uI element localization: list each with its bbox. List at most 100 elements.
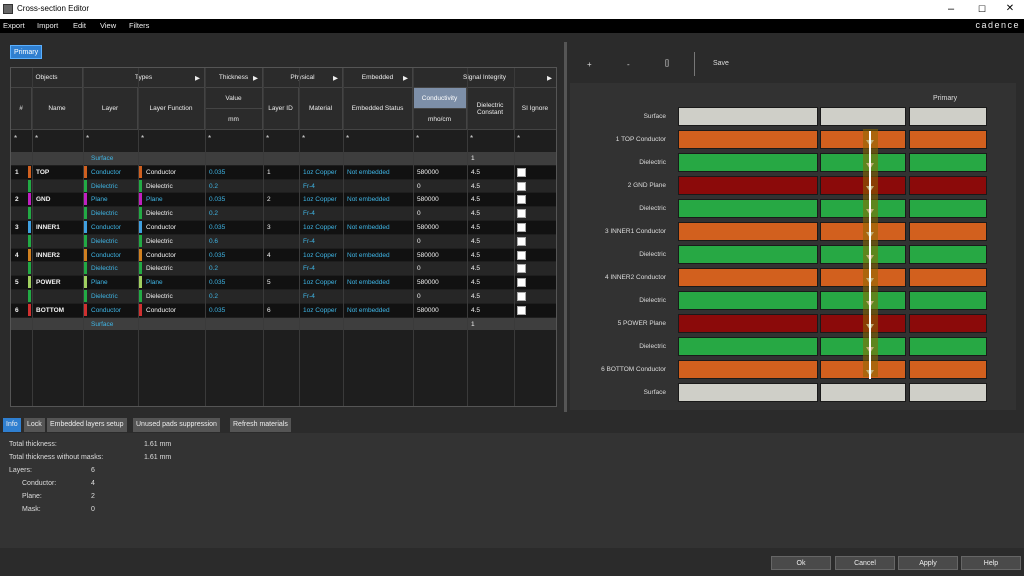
- cell-val[interactable]: 0.2: [207, 207, 263, 221]
- layer-block[interactable]: [909, 360, 987, 379]
- layer-block[interactable]: [678, 222, 818, 241]
- layer-block[interactable]: [909, 130, 987, 149]
- cell-id[interactable]: [265, 290, 299, 304]
- cell-cond[interactable]: 0: [415, 207, 467, 221]
- cell-emb[interactable]: [345, 235, 413, 249]
- cell-num[interactable]: 1: [13, 166, 32, 180]
- col-name[interactable]: Name: [32, 88, 83, 130]
- layer-block[interactable]: [678, 337, 818, 356]
- cell-mat[interactable]: 1oz Copper: [301, 193, 343, 207]
- cell-id[interactable]: [265, 180, 299, 194]
- cell-name[interactable]: [34, 152, 83, 166]
- cell-func[interactable]: Plane: [144, 276, 205, 290]
- layer-block[interactable]: [678, 176, 818, 195]
- cell-name[interactable]: TOP: [34, 166, 83, 180]
- cell-num[interactable]: 4: [13, 249, 32, 263]
- cell-val[interactable]: 0.2: [207, 290, 263, 304]
- expand-arrow-icon[interactable]: ▶: [333, 74, 338, 82]
- cell-num[interactable]: 3: [13, 221, 32, 235]
- cell-name[interactable]: [34, 262, 83, 276]
- cell-emb[interactable]: [345, 262, 413, 276]
- menu-edit[interactable]: Edit: [73, 21, 86, 30]
- cell-id[interactable]: [265, 262, 299, 276]
- tab-refresh-materials[interactable]: Refresh materials: [230, 418, 291, 432]
- filter-material[interactable]: *: [302, 134, 305, 143]
- cell-emb[interactable]: Not embedded: [345, 249, 413, 263]
- cell-id[interactable]: [265, 152, 299, 166]
- cell-name[interactable]: [34, 235, 83, 249]
- cell-name[interactable]: GND: [34, 193, 83, 207]
- cell-emb[interactable]: Not embedded: [345, 221, 413, 235]
- cell-mat[interactable]: Fr-4: [301, 235, 343, 249]
- cell-func[interactable]: Conductor: [144, 221, 205, 235]
- cell-id[interactable]: 1: [265, 166, 299, 180]
- cell-dk[interactable]: 4.5: [469, 304, 514, 318]
- cell-num[interactable]: 6: [13, 304, 32, 318]
- maximize-button[interactable]: ☐: [967, 2, 997, 17]
- cell-dk[interactable]: 4.5: [469, 180, 514, 194]
- header-embedded[interactable]: Embedded ▶: [343, 68, 413, 88]
- cell-dk[interactable]: 4.5: [469, 193, 514, 207]
- save-button[interactable]: Save: [713, 60, 729, 67]
- cell-func[interactable]: Dielectric: [144, 262, 205, 276]
- cell-dk[interactable]: 1: [469, 318, 514, 332]
- cell-layer[interactable]: Surface: [89, 318, 138, 332]
- cell-val[interactable]: 0.6: [207, 235, 263, 249]
- cell-dk[interactable]: 4.5: [469, 262, 514, 276]
- si-ignore-checkbox[interactable]: [517, 236, 526, 246]
- si-ignore-checkbox[interactable]: [517, 292, 526, 301]
- cell-func[interactable]: Plane: [144, 193, 205, 207]
- cell-mat[interactable]: Fr-4: [301, 262, 343, 276]
- cell-num[interactable]: 5: [13, 276, 32, 290]
- cell-name[interactable]: BOTTOM: [34, 304, 83, 318]
- cell-cond[interactable]: 580000: [415, 193, 467, 207]
- cell-id[interactable]: 4: [265, 249, 299, 263]
- col-value[interactable]: Value: [205, 88, 263, 109]
- cell-emb[interactable]: [345, 152, 413, 166]
- ok-button[interactable]: Ok: [771, 556, 831, 570]
- col-si-ignore[interactable]: SI Ignore: [514, 88, 556, 130]
- layer-block[interactable]: [820, 107, 906, 126]
- cell-layer[interactable]: Conductor: [89, 249, 138, 263]
- expand-arrow-icon[interactable]: ▶: [403, 74, 408, 82]
- si-ignore-checkbox[interactable]: [517, 167, 526, 177]
- cell-mat[interactable]: Fr-4: [301, 180, 343, 194]
- cell-id[interactable]: [265, 318, 299, 332]
- cell-mat[interactable]: 1oz Copper: [301, 304, 343, 318]
- cell-id[interactable]: 3: [265, 221, 299, 235]
- cell-mat[interactable]: Fr-4: [301, 290, 343, 304]
- filter-num[interactable]: *: [14, 134, 17, 143]
- cell-dk[interactable]: 4.5: [469, 290, 514, 304]
- header-types[interactable]: Types ▶: [83, 68, 205, 88]
- cell-layer[interactable]: Dielectric: [89, 290, 138, 304]
- zoom-out-button[interactable]: -: [627, 60, 630, 69]
- cell-dk[interactable]: 1: [469, 152, 514, 166]
- si-ignore-checkbox[interactable]: [517, 181, 526, 191]
- col-num[interactable]: #: [11, 88, 32, 130]
- layer-block[interactable]: [909, 245, 987, 264]
- cell-name[interactable]: [34, 180, 83, 194]
- cell-name[interactable]: INNER1: [34, 221, 83, 235]
- tab-embedded-layers-setup[interactable]: Embedded layers setup: [47, 418, 127, 432]
- si-ignore-checkbox[interactable]: [517, 195, 526, 205]
- cell-cond[interactable]: [415, 152, 467, 166]
- cell-emb[interactable]: [345, 290, 413, 304]
- help-button[interactable]: Help: [961, 556, 1021, 570]
- cell-emb[interactable]: Not embedded: [345, 276, 413, 290]
- menu-filters[interactable]: Filters: [129, 21, 149, 30]
- cell-layer[interactable]: Surface: [89, 152, 138, 166]
- cell-mat[interactable]: Fr-4: [301, 207, 343, 221]
- expand-arrow-icon[interactable]: ▶: [547, 74, 552, 82]
- cell-func[interactable]: Conductor: [144, 166, 205, 180]
- cell-emb[interactable]: Not embedded: [345, 304, 413, 318]
- cell-val[interactable]: 0.2: [207, 262, 263, 276]
- cell-name[interactable]: INNER2: [34, 249, 83, 263]
- cell-layer[interactable]: Dielectric: [89, 180, 138, 194]
- layer-block[interactable]: [678, 130, 818, 149]
- expand-arrow-icon[interactable]: ▶: [195, 74, 200, 82]
- cell-cond[interactable]: 580000: [415, 221, 467, 235]
- cell-layer[interactable]: Dielectric: [89, 262, 138, 276]
- cell-emb[interactable]: [345, 207, 413, 221]
- si-ignore-checkbox[interactable]: [517, 223, 526, 232]
- cell-layer[interactable]: Conductor: [89, 304, 138, 318]
